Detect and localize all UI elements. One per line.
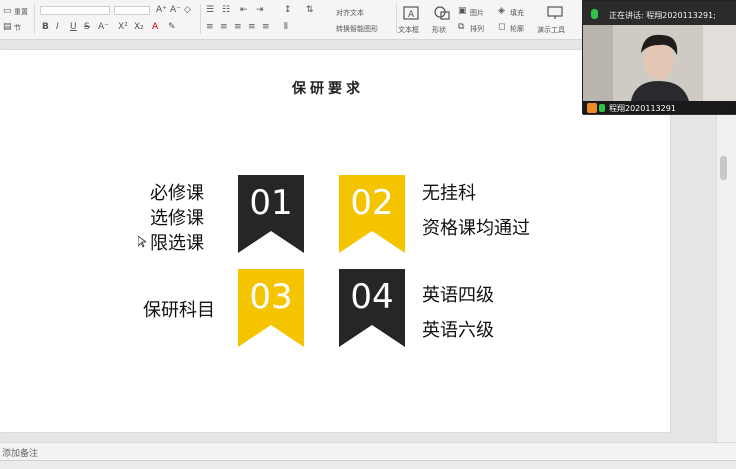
strikethrough-button[interactable]: S (84, 22, 90, 32)
text-direction-icon[interactable]: ⇅ (306, 5, 314, 15)
section-icon[interactable]: ▤ (3, 22, 12, 32)
increase-font-icon[interactable]: A⁺ (156, 5, 167, 15)
font-color-icon[interactable]: A (152, 22, 158, 32)
align-right-icon[interactable]: ≡ (234, 22, 242, 32)
presentation-window: ▭ 重置 ▤ 节 A⁺ A⁻ ◇ B I U S A⁻ X² X₂ A ✎ ☰ … (0, 0, 736, 469)
bold-button[interactable]: B (42, 22, 49, 32)
picture-icon[interactable]: ▣ (458, 6, 467, 16)
columns-icon[interactable]: ⫴ (284, 22, 288, 32)
participant-mic-icon (599, 104, 605, 112)
mouse-cursor-icon (138, 236, 146, 248)
line-spacing-icon[interactable]: ↕ (284, 5, 292, 15)
participant-name: 程翔2020113291 (609, 104, 676, 113)
webcam-header: 正在讲话: 程翔2020113291; (583, 1, 736, 25)
presenter-tools-button[interactable]: 演示工具 (537, 25, 565, 35)
item-01-line-2[interactable]: 选修课 (150, 204, 204, 230)
flag-01-number: 01 (249, 183, 293, 223)
item-03-line-1[interactable]: 保研科目 (143, 296, 215, 322)
subscript-icon[interactable]: X₂ (134, 22, 144, 32)
numbering-icon[interactable]: ☷ (222, 5, 230, 15)
webcam-footer: 程翔2020113291 (583, 101, 736, 115)
reset-icon[interactable]: ▭ (3, 6, 12, 16)
outline-icon[interactable]: ◻ (498, 22, 505, 32)
divider (34, 4, 35, 34)
item-01-line-1[interactable]: 必修课 (150, 179, 204, 205)
webcam-overlay[interactable]: 正在讲话: 程翔2020113291; 程翔2020113291 (582, 0, 736, 115)
fill-icon[interactable]: ◈ (498, 6, 505, 16)
italic-button[interactable]: I (56, 22, 59, 32)
shape-button[interactable]: 形状 (432, 25, 446, 35)
reset-button[interactable]: 重置 (14, 7, 28, 17)
superscript-icon[interactable]: X² (118, 22, 128, 32)
status-bar (0, 460, 736, 469)
divider (396, 4, 397, 34)
svg-text:A: A (408, 10, 415, 20)
fill-button[interactable]: 填充 (510, 8, 524, 18)
arrange-button[interactable]: 排列 (470, 24, 484, 34)
item-04-line-1[interactable]: 英语四级 (422, 281, 494, 307)
bullets-icon[interactable]: ☰ (206, 5, 214, 15)
flag-03-number: 03 (249, 277, 293, 317)
flag-02-number: 02 (350, 183, 394, 223)
flag-04-number: 04 (350, 277, 394, 317)
person-video-icon (583, 25, 736, 101)
highlight-color-icon[interactable]: ✎ (168, 22, 176, 32)
font-effects-icon[interactable]: A⁻ (98, 22, 109, 32)
font-name-select[interactable] (40, 6, 110, 15)
presenter-tools-icon[interactable] (547, 6, 563, 20)
host-badge-icon (587, 103, 597, 113)
align-left-icon[interactable]: ≡ (206, 22, 214, 32)
picture-button[interactable]: 图片 (470, 8, 484, 18)
item-02-line-1[interactable]: 无挂科 (422, 179, 476, 205)
item-01-line-3[interactable]: 限选课 (150, 229, 204, 255)
textbox-icon[interactable]: A (403, 6, 419, 20)
align-center-icon[interactable]: ≡ (220, 22, 228, 32)
speaking-indicator: 正在讲话: 程翔2020113291; (609, 11, 716, 20)
item-04-line-2[interactable]: 英语六级 (422, 316, 494, 342)
slide[interactable]: 保研要求 01 02 03 04 必修课 选修课 限选课 无挂科 资格课均通过 … (0, 50, 670, 432)
font-size-select[interactable] (114, 6, 150, 15)
arrange-icon[interactable]: ⧉ (458, 22, 464, 32)
indent-decrease-icon[interactable]: ⇤ (240, 5, 248, 15)
shape-icon[interactable] (434, 6, 450, 20)
section-button[interactable]: 节 (14, 23, 21, 33)
divider (200, 4, 201, 34)
distribute-icon[interactable]: ≡ (262, 22, 270, 32)
align-text-button[interactable]: 对齐文本 (336, 8, 364, 18)
slide-title[interactable]: 保研要求 (0, 78, 656, 98)
decrease-font-icon[interactable]: A⁻ (170, 5, 181, 15)
indent-increase-icon[interactable]: ⇥ (256, 5, 264, 15)
webcam-video (583, 25, 736, 101)
convert-smartart-button[interactable]: 转换智能图形 (336, 24, 378, 34)
notes-placeholder[interactable]: 添加备注 (2, 446, 38, 459)
scrollbar-thumb[interactable] (720, 156, 727, 180)
outline-button[interactable]: 轮廓 (510, 24, 524, 34)
item-02-line-2[interactable]: 资格课均通过 (422, 214, 530, 240)
justify-icon[interactable]: ≡ (248, 22, 256, 32)
clear-format-icon[interactable]: ◇ (184, 5, 191, 15)
microphone-icon (591, 9, 598, 19)
textbox-button[interactable]: 文本框 (398, 25, 419, 35)
underline-button[interactable]: U (70, 22, 77, 32)
notes-pane[interactable]: 添加备注 (0, 442, 736, 460)
